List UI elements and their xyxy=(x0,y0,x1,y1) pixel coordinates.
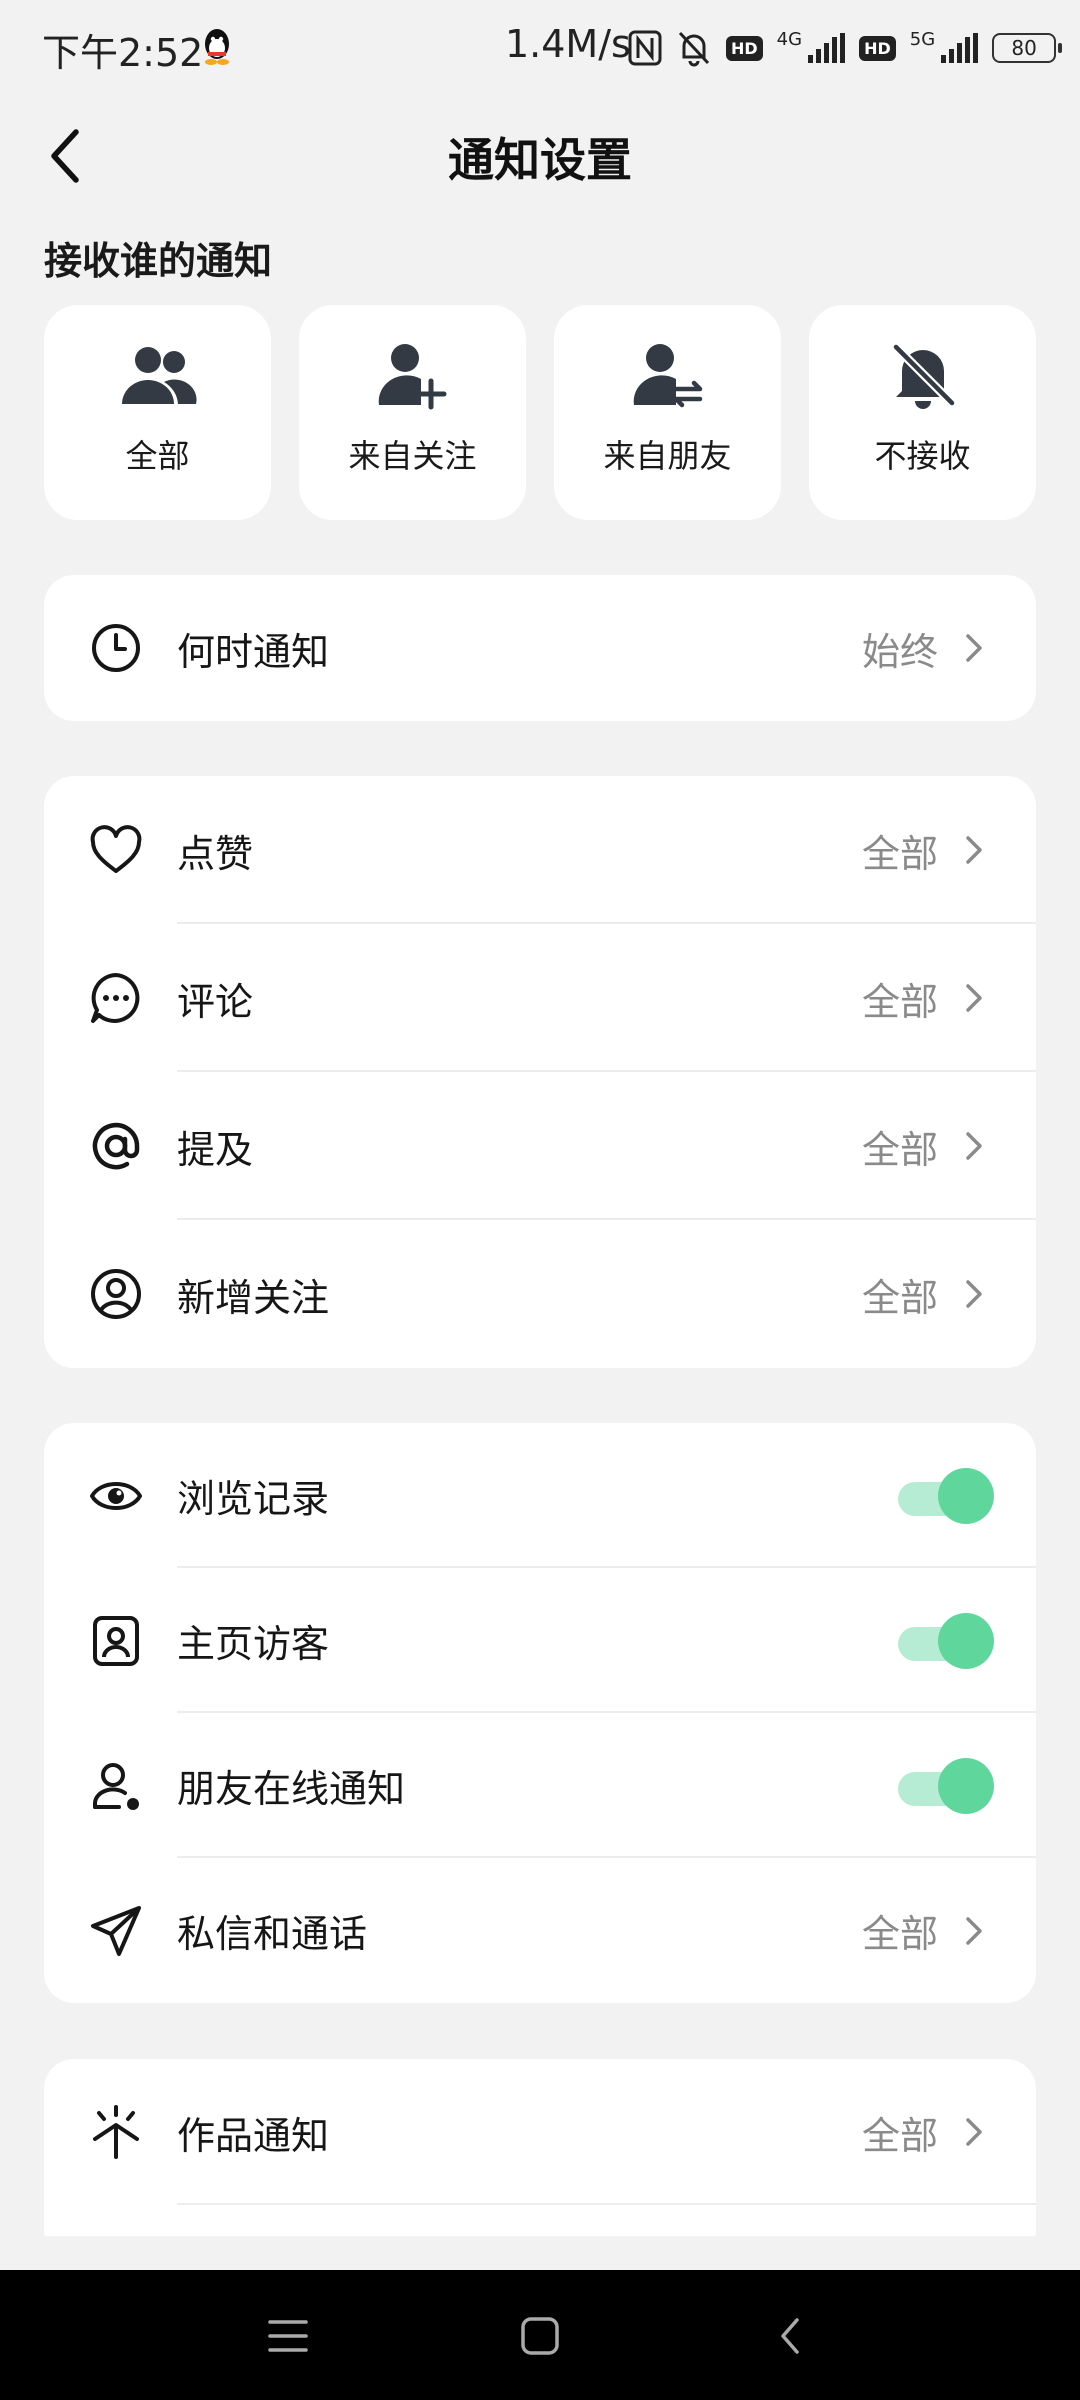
row-label: 新增关注 xyxy=(177,1275,330,1320)
when-card: 何时通知 始终 xyxy=(44,575,1036,721)
row-label: 主页访客 xyxy=(177,1622,330,1666)
bell-off-icon xyxy=(892,343,955,409)
option-none[interactable]: 不接收 xyxy=(809,305,1036,520)
bell-muted-icon xyxy=(678,31,710,67)
home-square-icon xyxy=(521,2317,559,2355)
works-notify-row[interactable]: 作品通知 全部 xyxy=(44,2059,1036,2205)
chevron-right-icon xyxy=(966,1132,982,1160)
at-icon xyxy=(92,1122,140,1170)
row-label: 提及 xyxy=(177,1127,254,1172)
user-exchange-icon xyxy=(633,344,702,408)
browse-history-toggle[interactable] xyxy=(894,1467,994,1524)
sparkle-icon xyxy=(93,2105,139,2159)
row-label: 点赞 xyxy=(177,831,254,876)
status-icons: HD 4G HD 5G 80 xyxy=(628,26,1063,70)
friend-online-row: 朋友在线通知 xyxy=(44,1713,1036,1858)
page-title: 通知设置 xyxy=(448,133,632,187)
row-label: 私信和通话 xyxy=(177,1912,368,1956)
messages-calls-row[interactable]: 私信和通话 全部 xyxy=(44,1858,1036,2003)
hd-badge-2: HD xyxy=(859,35,896,61)
option-label: 全部 xyxy=(125,437,190,475)
battery-icon: 80 xyxy=(992,33,1063,63)
profile-visitors-toggle[interactable] xyxy=(894,1612,994,1669)
receive-options: 全部 来自关注 来自朋友 不接收 xyxy=(44,305,1036,520)
menu-icon xyxy=(268,2320,308,2352)
scroll-edge xyxy=(0,2236,1080,2270)
row-divider xyxy=(177,2203,1036,2205)
heart-icon xyxy=(90,825,142,873)
group-icon xyxy=(121,347,197,404)
option-label: 来自朋友 xyxy=(603,437,732,475)
option-label: 来自关注 xyxy=(348,437,477,475)
row-value: 始终 xyxy=(861,629,938,674)
row-value: 全部 xyxy=(861,1912,938,1956)
eye-icon xyxy=(90,1481,142,1510)
network-speed: 1.4M/s xyxy=(505,22,631,66)
row-label: 何时通知 xyxy=(177,629,330,674)
row-value: 全部 xyxy=(861,831,938,876)
clock-icon xyxy=(92,624,140,672)
option-friends[interactable]: 来自朋友 xyxy=(554,305,781,520)
status-time: 下午2:52 xyxy=(42,31,204,75)
row-label: 朋友在线通知 xyxy=(177,1767,406,1811)
comments-row[interactable]: 评论 全部 xyxy=(44,924,1036,1072)
profile-card-icon xyxy=(93,1615,139,1666)
signal-bars-icon-2 xyxy=(941,33,979,63)
chevron-right-icon xyxy=(966,984,982,1012)
row-label: 评论 xyxy=(177,979,254,1024)
option-following[interactable]: 来自关注 xyxy=(299,305,526,520)
qq-icon xyxy=(205,29,229,65)
row-label: 浏览记录 xyxy=(177,1477,330,1521)
row-value: 全部 xyxy=(861,1275,938,1320)
chevron-right-icon xyxy=(966,1280,982,1308)
when-notify-row[interactable]: 何时通知 始终 xyxy=(44,575,1036,721)
profile-visitors-row: 主页访客 xyxy=(44,1568,1036,1713)
signal-bars-icon xyxy=(808,33,846,63)
status-bar: 下午2:52 1.4M/s HD 4G HD 5G 80 xyxy=(0,0,1080,96)
row-value: 全部 xyxy=(861,1127,938,1172)
recent-apps-button[interactable] xyxy=(250,2298,326,2374)
home-button[interactable] xyxy=(502,2298,578,2374)
back-triangle-icon xyxy=(781,2318,799,2354)
works-card: 作品通知 全部 xyxy=(44,2059,1036,2259)
chevron-right-icon xyxy=(966,634,982,662)
likes-row[interactable]: 点赞 全部 xyxy=(44,776,1036,924)
comment-icon xyxy=(91,973,140,1023)
friend-online-toggle[interactable] xyxy=(894,1757,994,1814)
row-label: 作品通知 xyxy=(177,2113,330,2158)
section-title: 接收谁的通知 xyxy=(44,239,273,283)
option-all[interactable]: 全部 xyxy=(44,305,271,520)
system-back-button[interactable] xyxy=(752,2298,828,2374)
network-type-label-2: 5G xyxy=(909,28,936,50)
hd-badge: HD xyxy=(726,35,763,61)
chevron-right-icon xyxy=(966,2118,982,2146)
activity-card: 浏览记录 主页访客 朋友在线通知 私信和通话 全部 xyxy=(44,1423,1036,2003)
chevron-right-icon xyxy=(966,1916,982,1945)
row-value: 全部 xyxy=(861,2113,938,2158)
row-value: 全部 xyxy=(861,979,938,1024)
chevron-right-icon xyxy=(966,836,982,864)
browse-history-row: 浏览记录 xyxy=(44,1423,1036,1568)
nfc-icon xyxy=(628,30,662,66)
interactions-card: 点赞 全部 评论 全部 提及 全部 新增关注 全部 xyxy=(44,776,1036,1368)
system-nav-bar xyxy=(0,2270,1080,2400)
user-online-icon xyxy=(93,1762,139,1810)
network-type-label: 4G xyxy=(776,28,803,50)
user-circle-icon xyxy=(91,1269,141,1319)
user-add-icon xyxy=(378,344,446,410)
option-label: 不接收 xyxy=(874,437,971,475)
new-followers-row[interactable]: 新增关注 全部 xyxy=(44,1220,1036,1368)
send-icon xyxy=(91,1905,141,1956)
mentions-row[interactable]: 提及 全部 xyxy=(44,1072,1036,1220)
